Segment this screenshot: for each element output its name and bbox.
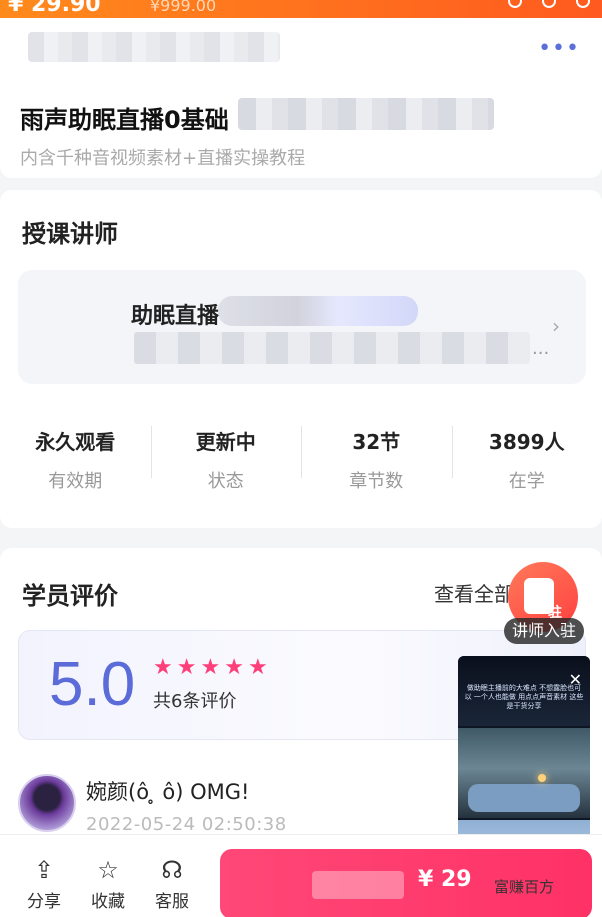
stat-label: 章节数 bbox=[349, 471, 404, 492]
top-price: ¥ 29.90 bbox=[8, 0, 101, 17]
favorite-label: 收藏 bbox=[91, 892, 125, 912]
stat-value: 32节 bbox=[352, 430, 401, 454]
teacher-heading: 授课讲师 bbox=[22, 220, 118, 248]
reviewer-name: 婉颜(ô ̥ ô) OMG! bbox=[86, 780, 250, 804]
share-button[interactable]: ⇪ 分享 bbox=[20, 855, 68, 912]
stat-value: 3899人 bbox=[488, 430, 565, 454]
reviews-heading: 学员评价 bbox=[22, 582, 118, 610]
customer-service-button[interactable]: ☊ 客服 bbox=[148, 855, 196, 912]
stat-label: 状态 bbox=[207, 471, 244, 492]
review-timestamp: 2022-05-24 02:50:38 bbox=[86, 814, 287, 835]
rating-score: 5.0 bbox=[49, 650, 136, 719]
blurred-teacher-name bbox=[218, 296, 418, 326]
stat-label: 有效期 bbox=[48, 471, 103, 492]
course-info-card: ••• 雨声助眠直播0基础 内含千种音视频素材+直播实操教程 bbox=[0, 18, 602, 178]
teacher-profile[interactable]: 助眠直播 ... › bbox=[18, 270, 586, 384]
teacher-card: 授课讲师 助眠直播 ... › 永久观看 有效期 更新中 状态 32节 章节数 … bbox=[0, 190, 602, 528]
avatar[interactable] bbox=[18, 774, 76, 832]
headset-icon: ☊ bbox=[161, 856, 183, 884]
stat-value: 更新中 bbox=[195, 430, 256, 454]
top-icons bbox=[508, 0, 590, 8]
blurred-title-part bbox=[238, 98, 494, 130]
favorite-button[interactable]: ☆ 收藏 bbox=[84, 855, 132, 912]
video-bed bbox=[468, 784, 580, 812]
star-icon: ★ bbox=[176, 655, 197, 680]
home-icon[interactable] bbox=[508, 0, 522, 8]
share-icon: ⇪ bbox=[33, 856, 55, 884]
star-icon: ★ bbox=[247, 655, 268, 680]
star-outline-icon: ☆ bbox=[97, 856, 119, 884]
share-label: 分享 bbox=[27, 892, 61, 912]
video-caption: 做助眠主播前的大难点 不想露脸也可以 一个人也能做 用点点声音素材 这些是干货分… bbox=[464, 684, 584, 710]
teacher-join-button[interactable]: 驻 讲师入驻 bbox=[504, 562, 584, 646]
stat-status: 更新中 状态 bbox=[150, 418, 302, 492]
stat-chapters: 32节 章节数 bbox=[301, 418, 452, 492]
service-label: 客服 bbox=[155, 892, 189, 912]
review-count: 共6条评价 bbox=[153, 691, 237, 712]
desc-ellipsis: ... bbox=[532, 338, 550, 359]
chevron-right-icon: › bbox=[552, 314, 560, 338]
star-icon: ★ bbox=[224, 655, 244, 680]
blurred-teacher-desc bbox=[134, 332, 530, 364]
stat-value: 永久观看 bbox=[35, 430, 116, 454]
video-lamp bbox=[538, 774, 546, 782]
stat-label: 在学 bbox=[508, 471, 545, 492]
course-title: 雨声助眠直播0基础 bbox=[20, 106, 229, 134]
rating-stars: ★ ★ ★ ★ ★ bbox=[153, 655, 268, 680]
menu-icon[interactable] bbox=[576, 0, 590, 8]
stat-students: 3899人 在学 bbox=[451, 418, 602, 492]
share-top-icon[interactable] bbox=[542, 0, 556, 8]
stat-validity: 永久观看 有效期 bbox=[0, 418, 151, 492]
course-stats: 永久观看 有效期 更新中 状态 32节 章节数 3899人 在学 bbox=[0, 418, 602, 492]
top-price-bar: ¥ 29.90 ¥999.00 bbox=[0, 0, 602, 18]
blurred-content bbox=[28, 32, 280, 62]
see-all-reviews-link[interactable]: 查看全部 bbox=[434, 578, 514, 607]
top-original-price: ¥999.00 bbox=[150, 0, 217, 15]
star-icon: ★ bbox=[153, 655, 173, 680]
star-icon: ★ bbox=[200, 655, 221, 680]
teacher-name: 助眠直播 bbox=[131, 304, 220, 329]
course-subtitle: 内含千种音视频素材+直播实操教程 bbox=[20, 148, 306, 169]
buy-price: ¥ 29 bbox=[418, 867, 472, 892]
close-icon[interactable]: ✕ bbox=[569, 670, 582, 689]
blurred-buy-text bbox=[312, 871, 404, 899]
join-label: 讲师入驻 bbox=[504, 618, 584, 644]
watermark: 富赚百方 bbox=[494, 878, 555, 896]
more-options-icon[interactable]: ••• bbox=[538, 38, 580, 60]
